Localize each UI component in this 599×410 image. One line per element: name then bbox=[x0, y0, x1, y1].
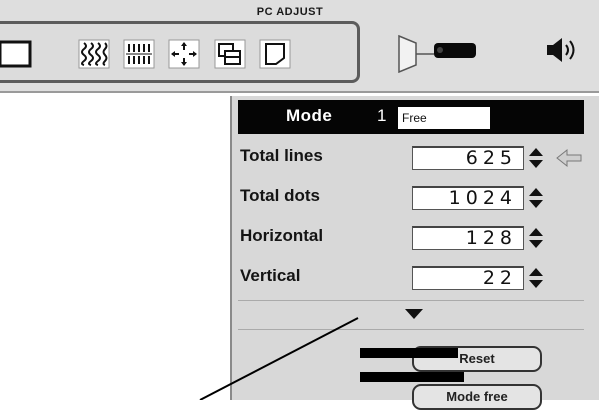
total-lines-row[interactable]: Total lines 625 bbox=[238, 140, 598, 174]
horizontal-spinner-icon[interactable] bbox=[528, 227, 544, 249]
scroll-more-bar[interactable] bbox=[238, 300, 584, 330]
projector-icon[interactable] bbox=[396, 33, 486, 78]
pc-adjust-icon[interactable] bbox=[212, 38, 248, 70]
horizontal-value[interactable]: 128 bbox=[412, 226, 524, 250]
vertical-spinner-icon[interactable] bbox=[528, 267, 544, 289]
total-lines-spinner-icon[interactable] bbox=[528, 147, 544, 169]
toolbar-icon-group bbox=[0, 21, 360, 83]
vertical-value[interactable]: 22 bbox=[412, 266, 524, 290]
input-select-icon[interactable] bbox=[0, 38, 36, 70]
scroll-down-icon[interactable] bbox=[403, 307, 425, 321]
horizontal-label: Horizontal bbox=[240, 226, 324, 245]
mode-label: Mode bbox=[286, 106, 333, 125]
menu-bar: PC ADJUST bbox=[0, 0, 599, 93]
fine-sync-icon[interactable] bbox=[76, 38, 112, 70]
selection-arrow-icon bbox=[556, 148, 582, 168]
total-lines-label: Total lines bbox=[240, 146, 323, 165]
pc-adjust-dialog: Mode 1 Free Total lines 625 Total dots 1… bbox=[230, 96, 599, 410]
vertical-label: Vertical bbox=[240, 266, 301, 285]
speaker-icon[interactable] bbox=[545, 36, 581, 71]
menu-title: PC ADJUST bbox=[256, 6, 324, 18]
total-dots-label: Total dots bbox=[240, 186, 320, 205]
total-lines-value[interactable]: 625 bbox=[412, 146, 524, 170]
vertical-row[interactable]: Vertical 22 bbox=[238, 260, 598, 294]
mode-header: Mode 1 Free bbox=[238, 100, 584, 134]
redaction-bar bbox=[360, 348, 458, 358]
horizontal-row[interactable]: Horizontal 128 bbox=[238, 220, 598, 254]
total-dots-row[interactable]: Total dots 1024 bbox=[238, 180, 598, 214]
position-icon[interactable] bbox=[166, 38, 202, 70]
mode-name-field[interactable]: Free bbox=[398, 107, 490, 129]
screen-icon[interactable] bbox=[257, 38, 293, 70]
redaction-bar bbox=[360, 372, 464, 382]
mode-number: 1 bbox=[377, 106, 387, 125]
total-dots-spinner-icon[interactable] bbox=[528, 187, 544, 209]
mode-free-button[interactable]: Mode free bbox=[412, 384, 542, 410]
total-dots-icon[interactable] bbox=[121, 38, 157, 70]
total-dots-value[interactable]: 1024 bbox=[412, 186, 524, 210]
